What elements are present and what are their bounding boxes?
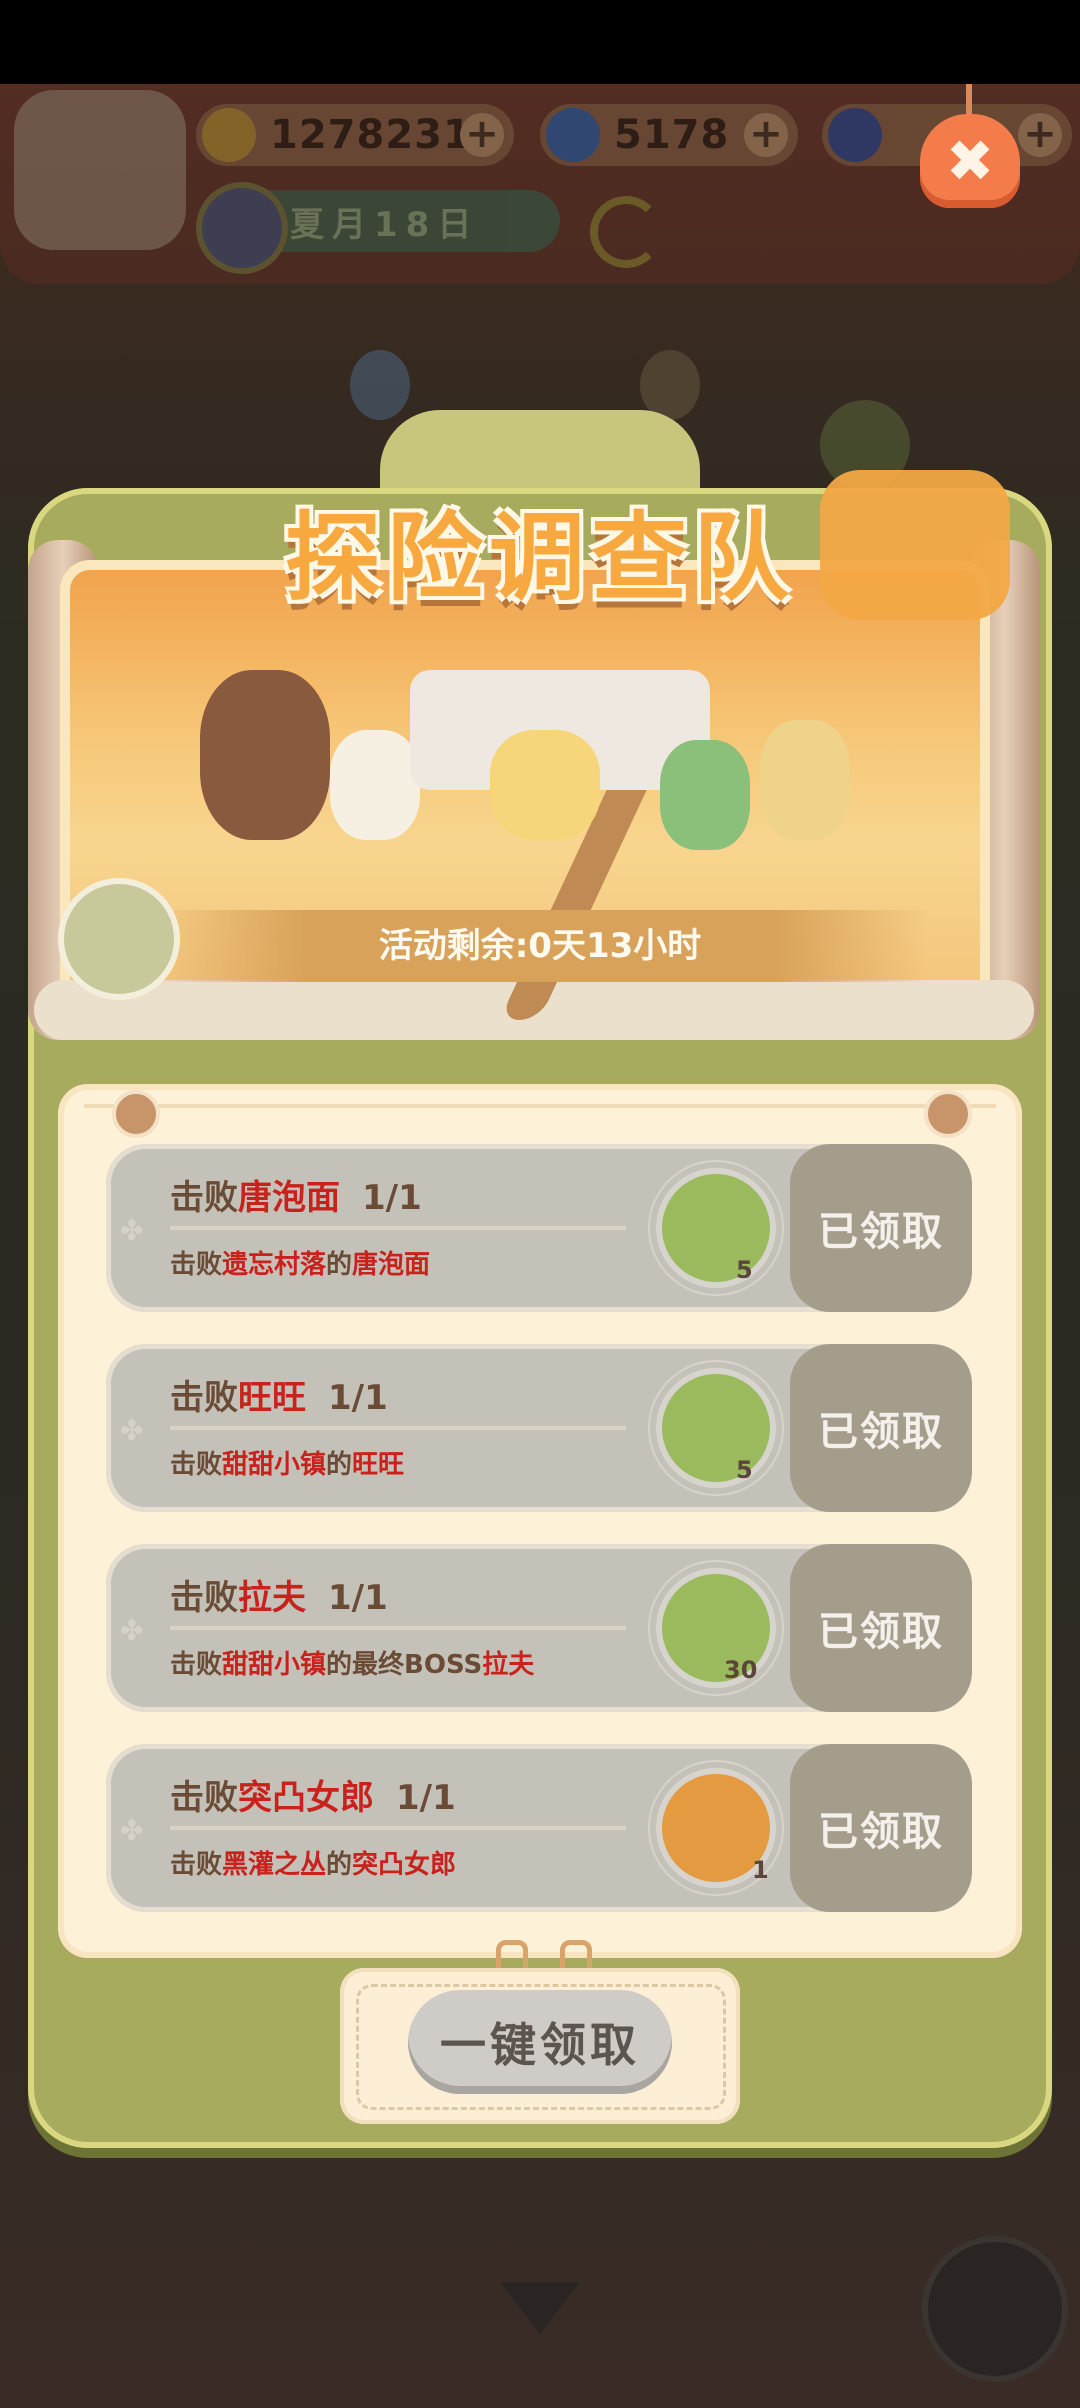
- task-divider: [170, 1426, 626, 1430]
- claimed-button[interactable]: 已领取: [790, 1144, 972, 1312]
- add-third-button[interactable]: +: [1018, 113, 1062, 157]
- paw-drumstick-icon: [662, 1374, 770, 1482]
- event-timer: 活动剩余:0天13小时: [378, 926, 702, 966]
- balloon-icon: [350, 350, 410, 420]
- claimed-button[interactable]: 已领取: [790, 1344, 972, 1512]
- clover-icon: ✤: [120, 1614, 144, 1647]
- yarn-ball-icon[interactable]: [922, 2236, 1068, 2382]
- task-description: 击败甜甜小镇的最终BOSS拉夫: [170, 1650, 535, 1680]
- task-title: 击败旺旺 1/1: [170, 1378, 388, 1418]
- down-arrow-icon[interactable]: [500, 2282, 580, 2334]
- close-tag[interactable]: ✖: [920, 114, 1020, 208]
- cat-character: [330, 730, 420, 840]
- reward-count: 5: [736, 1256, 753, 1284]
- close-button[interactable]: ✖: [920, 84, 1020, 224]
- characters-illustration: [190, 650, 910, 870]
- add-banana-button[interactable]: +: [460, 113, 504, 157]
- player-avatar[interactable]: [14, 90, 186, 250]
- flame-icon: [546, 108, 600, 162]
- banana-counter: 1278231 +: [196, 104, 514, 166]
- task-row: ✤ 击败突凸女郎 1/1 击败黑灌之丛的突凸女郎 1 已领取: [106, 1744, 972, 1912]
- moon-icon[interactable]: [590, 196, 662, 268]
- task-divider: [170, 1826, 626, 1830]
- clover-icon: ✤: [120, 1214, 144, 1247]
- board-top-line: [84, 1104, 996, 1108]
- helmet-icon: [58, 878, 180, 1000]
- claim-all-label: 一键领取: [440, 2018, 640, 2072]
- add-flame-button[interactable]: +: [744, 113, 788, 157]
- reward-count: 5: [736, 1456, 753, 1484]
- pin-icon: [112, 1090, 160, 1138]
- frog-character: [660, 740, 750, 850]
- task-description: 击败黑灌之丛的突凸女郎: [170, 1850, 457, 1880]
- clock-icon[interactable]: [196, 182, 288, 274]
- paw-drumstick-icon: [662, 1174, 770, 1282]
- balloon-icon: [640, 350, 700, 420]
- reward-count: 1: [752, 1856, 769, 1884]
- yellow-cat-character: [490, 730, 600, 840]
- task-title: 击败突凸女郎 1/1: [170, 1778, 456, 1818]
- claim-all-button[interactable]: 一键领取: [408, 1990, 672, 2094]
- blue-banana-icon: [828, 108, 882, 162]
- banana-value: 1278231: [270, 112, 472, 158]
- claimed-button[interactable]: 已领取: [790, 1544, 972, 1712]
- duck-character: [760, 720, 850, 840]
- tiger-badge-icon: [820, 470, 1010, 620]
- date-text: 夏月18日: [290, 204, 480, 245]
- claimed-label: 已领取: [818, 1609, 944, 1655]
- task-divider: [170, 1626, 626, 1630]
- task-divider: [170, 1226, 626, 1230]
- task-row: ✤ 击败唐泡面 1/1 击败遗忘村落的唐泡面 5 已领取: [106, 1144, 972, 1312]
- flame-value: 5178: [614, 112, 730, 158]
- claimed-label: 已领取: [818, 1409, 944, 1455]
- clover-icon: ✤: [120, 1814, 144, 1847]
- clover-icon: ✤: [120, 1414, 144, 1447]
- mammoth-character: [200, 670, 330, 840]
- task-row: ✤ 击败旺旺 1/1 击败甜甜小镇的旺旺 5 已领取: [106, 1344, 972, 1512]
- task-title: 击败拉夫 1/1: [170, 1578, 388, 1618]
- task-row: ✤ 击败拉夫 1/1 击败甜甜小镇的最终BOSS拉夫 30 已领取: [106, 1544, 972, 1712]
- claimed-label: 已领取: [818, 1209, 944, 1255]
- pin-icon: [924, 1090, 972, 1138]
- task-description: 击败甜甜小镇的旺旺: [170, 1450, 405, 1480]
- claimed-button[interactable]: 已领取: [790, 1744, 972, 1912]
- close-icon: ✖: [945, 127, 995, 195]
- task-description: 击败遗忘村落的唐泡面: [170, 1250, 431, 1280]
- status-bar: [0, 0, 1080, 84]
- reward-count: 30: [724, 1656, 758, 1684]
- banana-icon: [202, 108, 256, 162]
- task-title: 击败唐泡面 1/1: [170, 1178, 422, 1218]
- claimed-label: 已领取: [818, 1809, 944, 1855]
- event-title: 探险调查队: [285, 502, 795, 614]
- flame-counter: 5178 +: [540, 104, 798, 166]
